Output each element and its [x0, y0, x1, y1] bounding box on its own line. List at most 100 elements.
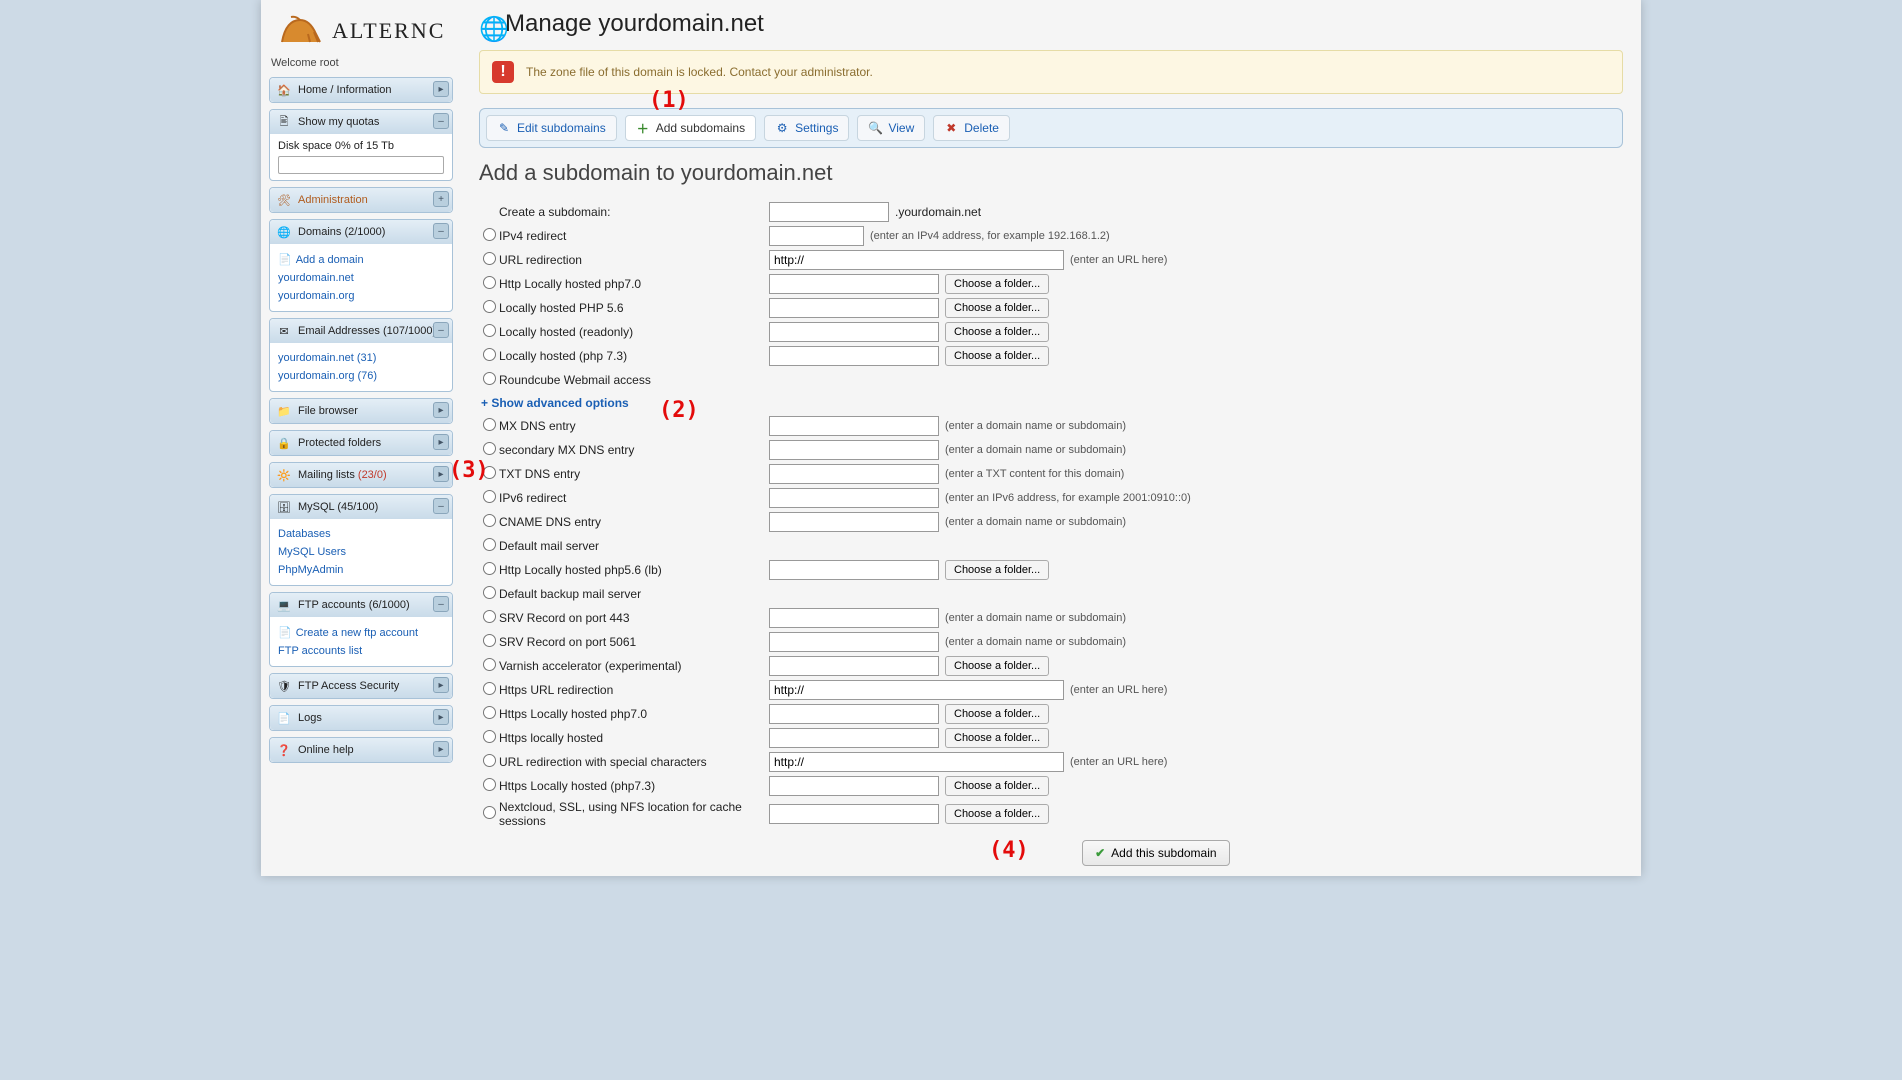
advanced-toggle[interactable]: + Show advanced options	[479, 392, 1623, 414]
radio-httpsphp70[interactable]	[483, 706, 496, 719]
radio-php56[interactable]	[483, 300, 496, 313]
expand-icon[interactable]: ▸	[433, 677, 449, 693]
radio-mx2[interactable]	[483, 442, 496, 455]
input-php73[interactable]	[769, 346, 939, 366]
sidebar-mysql[interactable]: 🗄 MySQL (45/100) –	[270, 495, 452, 519]
input-nextcloud[interactable]	[769, 804, 939, 824]
input-varnish[interactable]	[769, 656, 939, 676]
radio-srv5061[interactable]	[483, 634, 496, 647]
radio-varnish[interactable]	[483, 658, 496, 671]
label-srv443: SRV Record on port 443	[499, 611, 769, 625]
radio-txt[interactable]	[483, 466, 496, 479]
input-mx2[interactable]	[769, 440, 939, 460]
expand-icon[interactable]: ▸	[433, 741, 449, 757]
sidebar-quotas[interactable]: 🖹 Show my quotas –	[270, 110, 452, 134]
sidebar-mailing[interactable]: 🔆 Mailing lists (23/0) ▸	[270, 463, 452, 487]
folder-btn-nextcloud[interactable]: Choose a folder...	[945, 804, 1049, 824]
tab-add[interactable]: ＋Add subdomains	[625, 115, 756, 141]
folder-btn-httpslocal[interactable]: Choose a folder...	[945, 728, 1049, 748]
radio-php56lb[interactable]	[483, 562, 496, 575]
domain-link-2[interactable]: yourdomain.org	[278, 287, 444, 305]
radio-defmail[interactable]	[483, 538, 496, 551]
folder-btn-varnish[interactable]: Choose a folder...	[945, 656, 1049, 676]
subdomain-input[interactable]	[769, 202, 889, 222]
sidebar-ftp[interactable]: 💻 FTP accounts (6/1000) –	[270, 593, 452, 617]
radio-ipv6[interactable]	[483, 490, 496, 503]
radio-readonly[interactable]	[483, 324, 496, 337]
radio-php73[interactable]	[483, 348, 496, 361]
radio-httpsurl[interactable]	[483, 682, 496, 695]
sidebar-filebrowser[interactable]: 📁 File browser ▸	[270, 399, 452, 423]
email-domain-2[interactable]: yourdomain.org (76)	[278, 367, 444, 385]
radio-srv443[interactable]	[483, 610, 496, 623]
phpmyadmin-link[interactable]: PhpMyAdmin	[278, 561, 444, 579]
tab-settings[interactable]: ⚙Settings	[764, 115, 849, 141]
email-domain-1[interactable]: yourdomain.net (31)	[278, 349, 444, 367]
input-cname[interactable]	[769, 512, 939, 532]
sidebar-protected[interactable]: 🔒 Protected folders ▸	[270, 431, 452, 455]
radio-httpslocal[interactable]	[483, 730, 496, 743]
input-httpslocal[interactable]	[769, 728, 939, 748]
sidebar-ftp-security[interactable]: 🛡 FTP Access Security ▸	[270, 674, 452, 698]
folder-btn-httpsphp73[interactable]: Choose a folder...	[945, 776, 1049, 796]
tab-delete[interactable]: ✖Delete	[933, 115, 1010, 141]
expand-icon[interactable]: ▸	[433, 434, 449, 450]
folder-btn-php56lb[interactable]: Choose a folder...	[945, 560, 1049, 580]
sidebar-emails[interactable]: ✉ Email Addresses (107/1000) –	[270, 319, 452, 343]
input-httpsphp70[interactable]	[769, 704, 939, 724]
radio-mx[interactable]	[483, 418, 496, 431]
ftp-list-link[interactable]: FTP accounts list	[278, 642, 444, 660]
input-url[interactable]	[769, 250, 1064, 270]
domain-link-1[interactable]: yourdomain.net	[278, 269, 444, 287]
folder-btn-php73[interactable]: Choose a folder...	[945, 346, 1049, 366]
folder-btn-readonly[interactable]: Choose a folder...	[945, 322, 1049, 342]
collapse-icon[interactable]: –	[433, 113, 449, 129]
input-ipv6[interactable]	[769, 488, 939, 508]
sidebar-home[interactable]: 🏠 Home / Information ▸	[270, 78, 452, 102]
radio-urlspecial[interactable]	[483, 754, 496, 767]
input-urlspecial[interactable]	[769, 752, 1064, 772]
input-mx[interactable]	[769, 416, 939, 436]
folder-btn-httpsphp70[interactable]: Choose a folder...	[945, 704, 1049, 724]
collapse-icon[interactable]: –	[433, 322, 449, 338]
radio-bkmail[interactable]	[483, 586, 496, 599]
input-srv5061[interactable]	[769, 632, 939, 652]
input-httpsphp73[interactable]	[769, 776, 939, 796]
expand-icon[interactable]: ▸	[433, 81, 449, 97]
mysql-databases-link[interactable]: Databases	[278, 525, 444, 543]
sidebar-admin[interactable]: 🛠 Administration +	[270, 188, 452, 212]
input-ipv4[interactable]	[769, 226, 864, 246]
folder-btn-php56[interactable]: Choose a folder...	[945, 298, 1049, 318]
sidebar-domains[interactable]: 🌐 Domains (2/1000) –	[270, 220, 452, 244]
mysql-users-link[interactable]: MySQL Users	[278, 543, 444, 561]
ftp-new-link[interactable]: 📄Create a new ftp account	[278, 623, 444, 642]
radio-httpsphp73[interactable]	[483, 778, 496, 791]
sidebar-help[interactable]: ❓ Online help ▸	[270, 738, 452, 762]
add-domain-link[interactable]: 📄Add a domain	[278, 250, 444, 269]
expand-icon[interactable]: ▸	[433, 402, 449, 418]
input-php56[interactable]	[769, 298, 939, 318]
tab-edit[interactable]: ✎Edit subdomains	[486, 115, 617, 141]
radio-url[interactable]	[483, 252, 496, 265]
input-php56lb[interactable]	[769, 560, 939, 580]
folder-btn-php70[interactable]: Choose a folder...	[945, 274, 1049, 294]
expand-icon[interactable]: ▸	[433, 709, 449, 725]
radio-nextcloud[interactable]	[483, 806, 496, 819]
radio-ipv4[interactable]	[483, 228, 496, 241]
input-srv443[interactable]	[769, 608, 939, 628]
input-php70[interactable]	[769, 274, 939, 294]
collapse-icon[interactable]: –	[433, 498, 449, 514]
sidebar-logs[interactable]: 📄 Logs ▸	[270, 706, 452, 730]
collapse-icon[interactable]: –	[433, 596, 449, 612]
radio-roundcube[interactable]	[483, 372, 496, 385]
radio-cname[interactable]	[483, 514, 496, 527]
add-subdomain-button[interactable]: ✔ Add this subdomain	[1082, 840, 1229, 866]
collapse-icon[interactable]: –	[433, 223, 449, 239]
input-httpsurl[interactable]	[769, 680, 1064, 700]
tab-view[interactable]: 🔍View	[857, 115, 925, 141]
radio-php70[interactable]	[483, 276, 496, 289]
input-txt[interactable]	[769, 464, 939, 484]
expand-icon[interactable]: ▸	[433, 466, 449, 482]
expand-icon[interactable]: +	[433, 191, 449, 207]
input-readonly[interactable]	[769, 322, 939, 342]
